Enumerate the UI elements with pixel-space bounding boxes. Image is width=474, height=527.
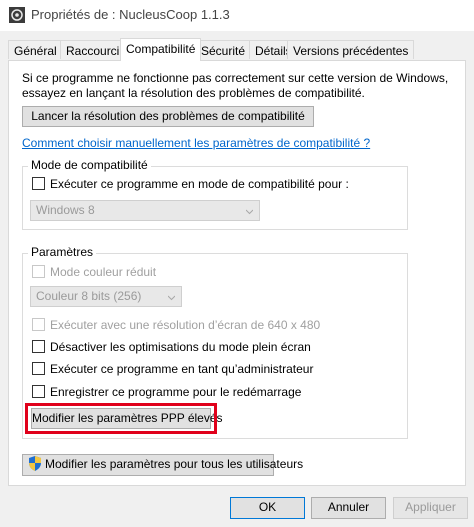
resolution-checkbox <box>32 318 45 331</box>
resolution-label: Exécuter avec une résolution d’écran de … <box>50 318 321 332</box>
tab-versions-precedentes[interactable]: Versions précédentes <box>287 40 415 59</box>
troubleshoot-button[interactable]: Lancer la résolution des problèmes de co… <box>22 106 314 127</box>
manual-settings-link[interactable]: Comment choisir manuellement les paramèt… <box>22 136 370 150</box>
run-as-admin-row[interactable]: Exécuter ce programme en tant qu’adminis… <box>32 362 313 376</box>
tab-raccourci[interactable]: Raccourci <box>60 40 126 59</box>
tab-general[interactable]: Général <box>8 40 63 59</box>
chevron-down-icon <box>168 295 175 301</box>
fullscreen-opt-checkbox[interactable] <box>32 340 45 353</box>
apply-button[interactable]: Appliquer <box>393 497 468 519</box>
resolution-row: Exécuter avec une résolution d’écran de … <box>32 318 320 332</box>
os-version-select: Windows 8 <box>30 200 260 221</box>
intro-line-1: Si ce programme ne fonctionne pas correc… <box>22 71 449 85</box>
intro-text: Si ce programme ne fonctionne pas correc… <box>22 71 452 101</box>
ok-button[interactable]: OK <box>230 497 305 519</box>
register-restart-row[interactable]: Enregistrer ce programme pour le redémar… <box>32 385 301 399</box>
intro-line-2: essayez en lançant la résolution des pro… <box>22 86 365 100</box>
window-title: Propriétés de : NucleusCoop 1.1.3 <box>31 7 230 22</box>
fullscreen-opt-row[interactable]: Désactiver les optimisations du mode ple… <box>32 340 311 354</box>
register-restart-checkbox[interactable] <box>32 385 45 398</box>
highlight-box <box>25 403 217 434</box>
all-users-settings-label: Modifier les paramètres pour tous les ut… <box>45 457 304 471</box>
reduced-color-row: Mode couleur réduit <box>32 265 156 279</box>
os-version-value: Windows 8 <box>36 203 95 217</box>
all-users-settings-button[interactable]: Modifier les paramètres pour tous les ut… <box>22 454 303 476</box>
cancel-button[interactable]: Annuler <box>311 497 386 519</box>
tab-bar: Général Raccourci Compatibilité Sécurité… <box>8 38 468 61</box>
run-as-admin-label: Exécuter ce programme en tant qu’adminis… <box>50 362 314 376</box>
fullscreen-opt-label: Désactiver les optimisations du mode ple… <box>50 340 311 354</box>
settings-group-label: Paramètres <box>28 245 97 259</box>
run-as-admin-checkbox[interactable] <box>32 362 45 375</box>
app-icon <box>9 7 25 23</box>
compat-mode-checkbox[interactable] <box>32 177 45 190</box>
tab-compatibilite[interactable]: Compatibilité <box>120 38 202 61</box>
shield-icon <box>29 456 41 471</box>
color-depth-select: Couleur 8 bits (256) <box>30 286 182 307</box>
tab-securite[interactable]: Sécurité <box>195 40 252 59</box>
reduced-color-label: Mode couleur réduit <box>50 265 157 279</box>
title-bar: Propriétés de : NucleusCoop 1.1.3 <box>0 0 474 31</box>
chevron-down-icon <box>246 209 253 215</box>
compat-mode-row[interactable]: Exécuter ce programme en mode de compati… <box>32 177 349 191</box>
color-depth-value: Couleur 8 bits (256) <box>36 289 142 303</box>
compat-mode-checkbox-label: Exécuter ce programme en mode de compati… <box>50 177 349 191</box>
register-restart-label: Enregistrer ce programme pour le redémar… <box>50 385 302 399</box>
reduced-color-checkbox <box>32 265 45 278</box>
compat-mode-group-label: Mode de compatibilité <box>28 158 151 172</box>
